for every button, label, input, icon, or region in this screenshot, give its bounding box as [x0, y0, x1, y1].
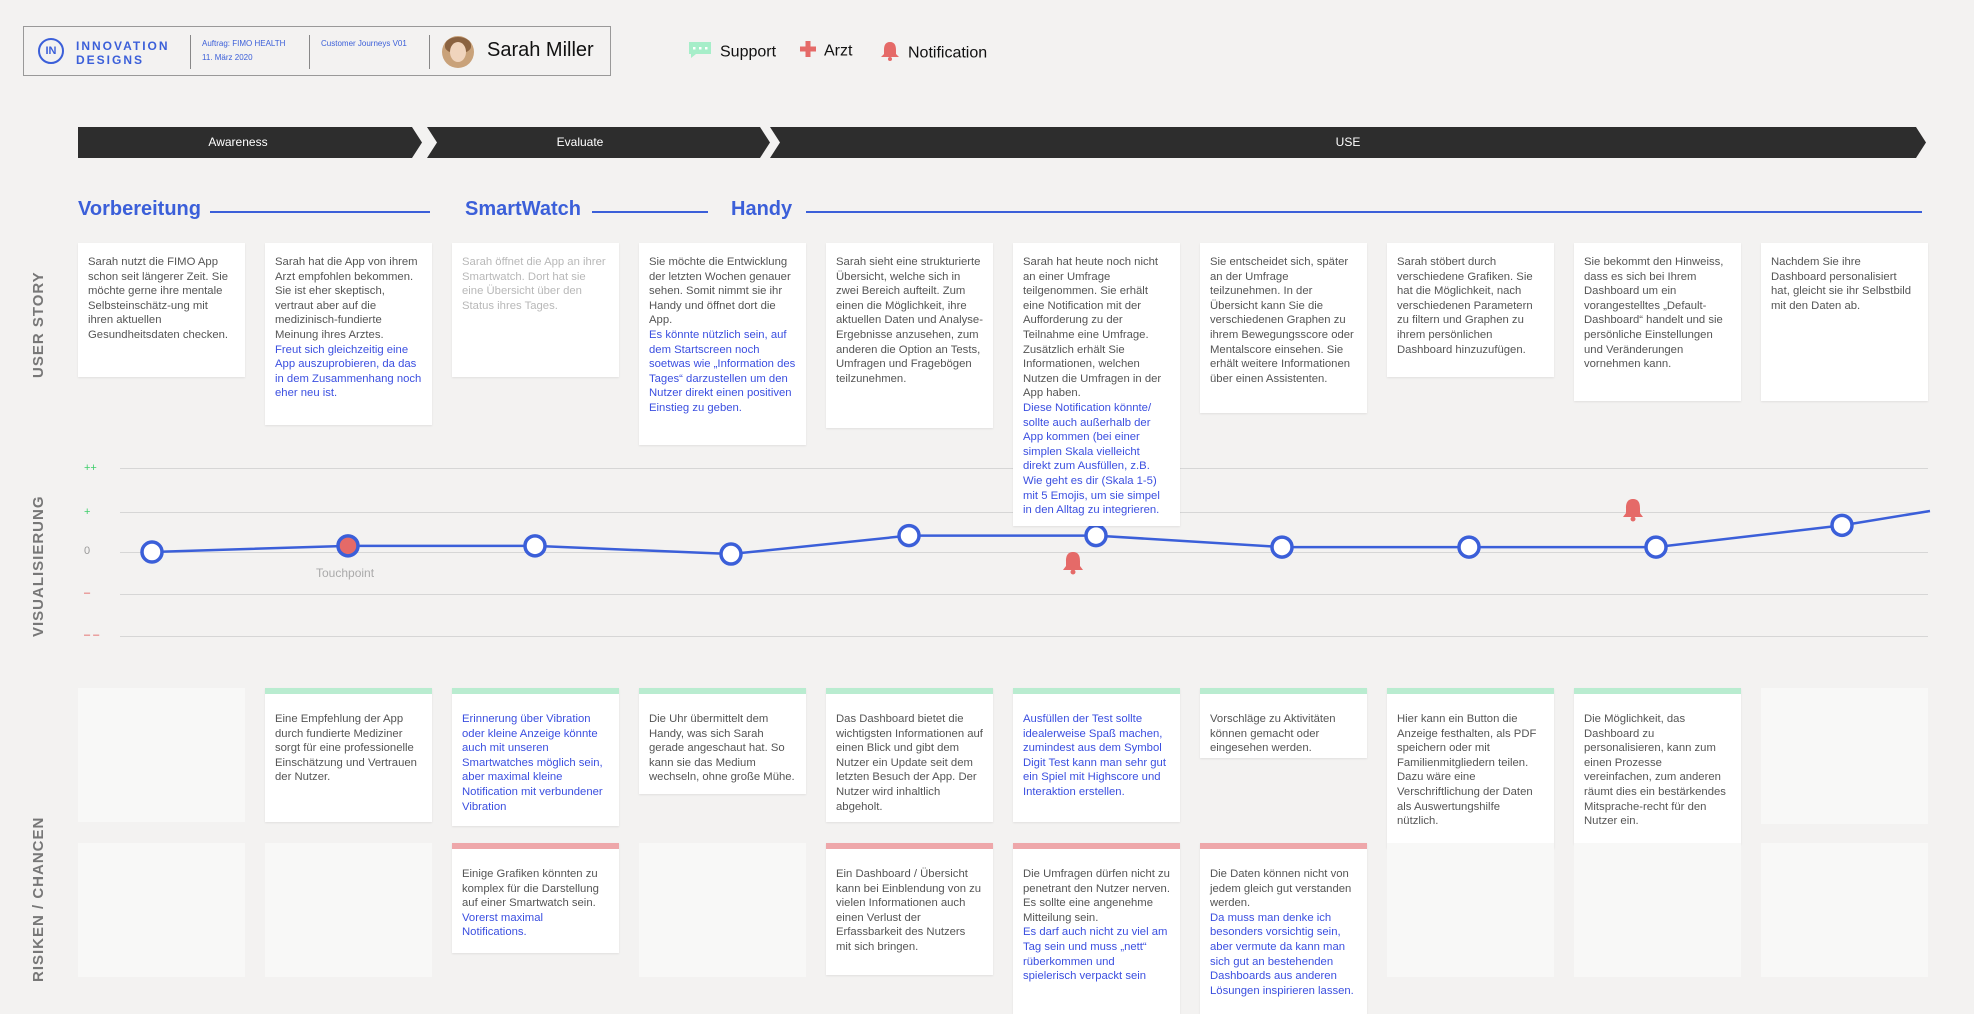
card-text: Die Möglichkeit, das Dashboard zu person… — [1584, 713, 1726, 828]
chance-card-9: Die Möglichkeit, das Dashboard zu person… — [1574, 688, 1741, 844]
risk-card-4 — [639, 843, 806, 977]
risk-card-3: Einige Grafiken könnten zu komplex für d… — [452, 843, 619, 953]
chance-card-2: Eine Empfehlung der App durch fundierte … — [265, 688, 432, 822]
journey-point[interactable] — [1270, 535, 1294, 559]
card-highlight: Erinnerung über Vibration oder kleine An… — [462, 713, 603, 813]
journey-point[interactable] — [1644, 535, 1668, 559]
risk-card-10 — [1761, 843, 1928, 977]
chance-card-5: Das Dashboard bietet die wichtigsten Inf… — [826, 688, 993, 822]
card-text: Die Uhr übermittelt dem Handy, was sich … — [649, 713, 795, 784]
touchpoint-point[interactable] — [336, 534, 360, 558]
risk-card-1 — [78, 843, 245, 977]
card-text: Ein Dashboard / Übersicht kann bei Einbl… — [836, 868, 982, 953]
journey-point[interactable] — [897, 523, 921, 548]
notification-bell-icon — [1063, 552, 1083, 575]
chance-card-3: Erinnerung über Vibration oder kleine An… — [452, 688, 619, 826]
chance-card-1 — [78, 688, 245, 822]
chance-card-4: Die Uhr übermittelt dem Handy, was sich … — [639, 688, 806, 794]
card-highlight: Da muss man denke ich besonders vorsicht… — [1210, 911, 1354, 997]
card-highlight: Vorerst maximal Notifications. — [462, 911, 543, 939]
journey-point[interactable] — [719, 542, 743, 566]
card-text: Das Dashboard bietet die wichtigsten Inf… — [836, 713, 983, 813]
card-text: Hier kann ein Button die Anzeige festhal… — [1397, 713, 1537, 828]
chance-card-6: Ausfüllen der Test sollte idealerweise S… — [1013, 688, 1180, 822]
journey-point[interactable] — [1084, 523, 1108, 548]
card-highlight: Ausfüllen der Test sollte idealerweise S… — [1023, 713, 1166, 798]
notification-bell-icon — [1623, 499, 1643, 522]
risk-card-9 — [1574, 843, 1741, 977]
chance-card-7: Vorschläge zu Aktivitäten können gemacht… — [1200, 688, 1367, 758]
risk-card-6: Die Umfragen dürfen nicht zu penetrant d… — [1013, 843, 1180, 1014]
risk-card-8 — [1387, 843, 1554, 977]
journey-point[interactable] — [1457, 535, 1481, 559]
risk-card-5: Ein Dashboard / Übersicht kann bei Einbl… — [826, 843, 993, 975]
chance-card-8: Hier kann ein Button die Anzeige festhal… — [1387, 688, 1554, 848]
story-card-6: Sarah hat heute noch nicht an einer Umfr… — [1013, 243, 1180, 526]
card-text: Vorschläge zu Aktivitäten können gemacht… — [1210, 713, 1336, 755]
card-highlight: Es darf auch nicht zu viel am Tag sein u… — [1023, 926, 1168, 983]
risk-card-7: Die Daten können nicht von jedem gleich … — [1200, 843, 1367, 1014]
card-text: Einige Grafiken könnten zu komplex für d… — [462, 868, 599, 910]
journey-point[interactable] — [523, 534, 547, 558]
journey-point[interactable] — [1830, 513, 1854, 538]
risk-card-2 — [265, 843, 432, 977]
chance-card-10 — [1761, 688, 1928, 824]
card-text: Die Daten können nicht von jedem gleich … — [1210, 868, 1352, 910]
card-text: Die Umfragen dürfen nicht zu penetrant d… — [1023, 868, 1170, 924]
journey-point[interactable] — [140, 540, 164, 564]
card-text: Eine Empfehlung der App durch fundierte … — [275, 713, 417, 784]
